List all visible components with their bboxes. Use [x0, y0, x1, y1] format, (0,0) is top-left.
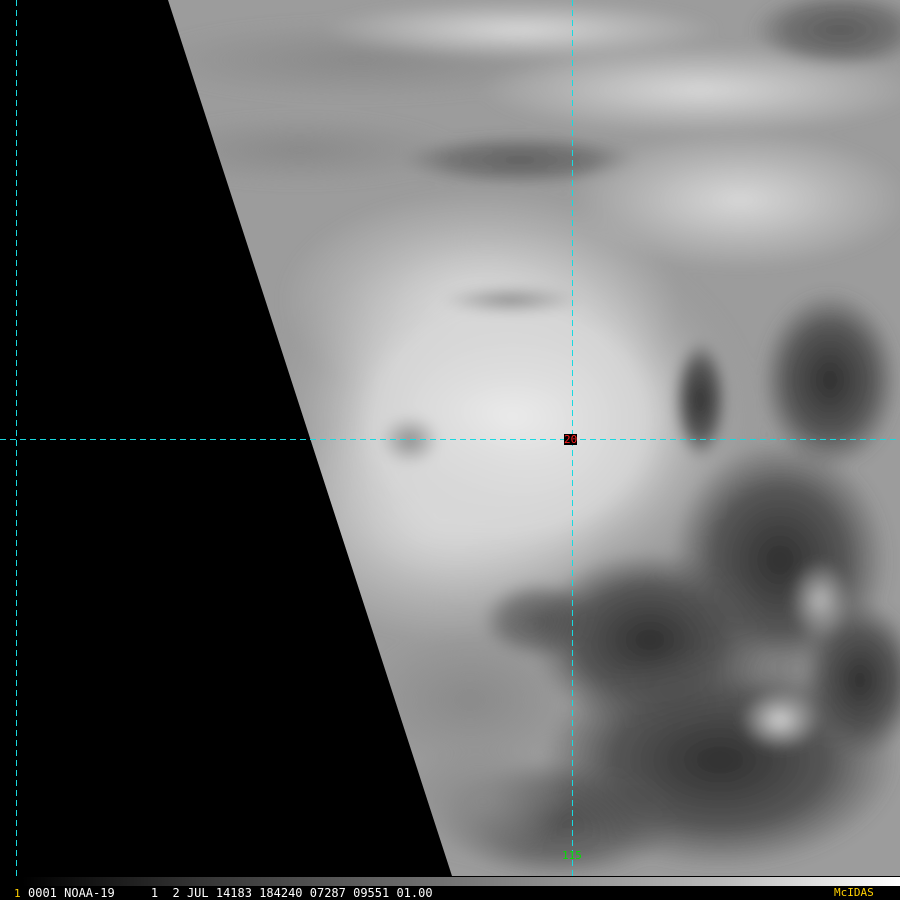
longitude-label: 115: [562, 849, 582, 862]
frame-number: 1: [14, 887, 21, 900]
latitude-label: 20: [564, 433, 578, 446]
image-metadata-line: 0001 NOAA-19 1 2 JUL 14183 184240 07287 …: [28, 886, 433, 900]
satellite-image: [0, 0, 900, 876]
mcidas-logo: McIDAS: [834, 886, 874, 899]
gray-scale-ramp: [22, 877, 900, 886]
